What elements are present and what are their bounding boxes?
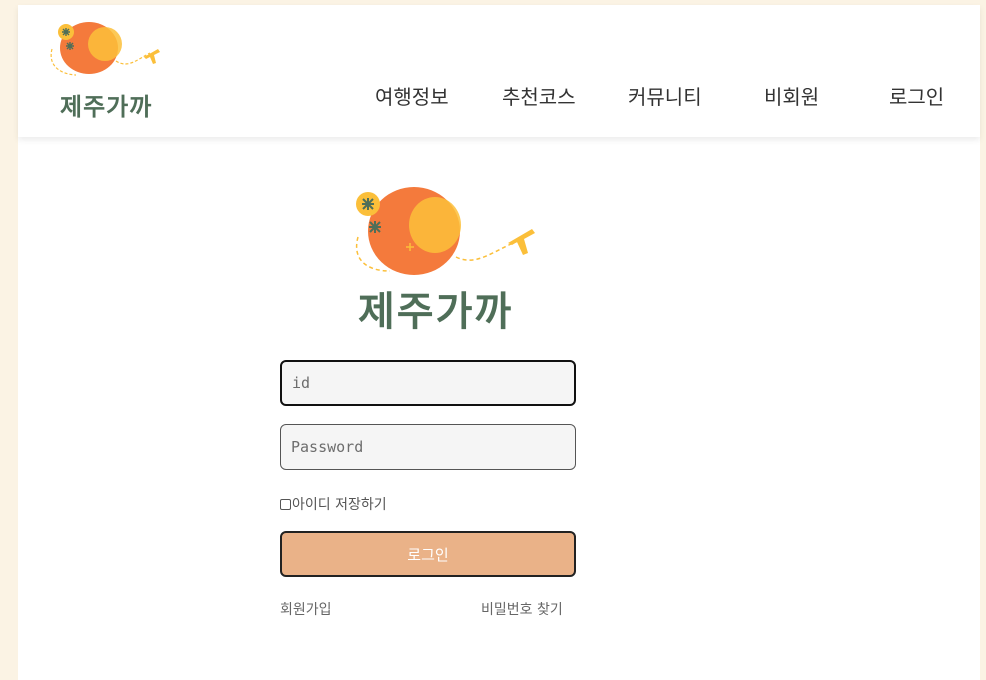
nav-item-travel-info[interactable]: 여행정보 [375,81,449,110]
signup-link[interactable]: 회원가입 [280,599,332,619]
logo-mark-icon [355,187,535,275]
nav-item-login[interactable]: 로그인 [889,81,944,110]
remember-id[interactable]: 아이디 저장하기 [280,493,387,515]
site-header: 제주가까 여행정보 추천코스 커뮤니티 비회원 로그인 [18,5,980,137]
login-button[interactable]: 로그인 [280,531,576,577]
nav-item-guest[interactable]: 비회원 [764,81,819,110]
nav-item-community[interactable]: 커뮤니티 [628,81,702,110]
login-section: 제주가까 아이디 저장하기 로그인 회원가입 비밀번호 찾기 [18,137,980,680]
nav-item-recommended-course[interactable]: 추천코스 [502,81,576,110]
main-nav: 여행정보 추천코스 커뮤니티 비회원 로그인 [18,81,980,111]
page-frame: 제주가까 여행정보 추천코스 커뮤니티 비회원 로그인 제주가까 id 아이디 … [18,5,980,680]
remember-id-checkbox[interactable] [280,498,291,510]
find-password-link[interactable]: 비밀번호 찾기 [481,599,563,619]
login-logo-text: 제주가까 [358,289,514,335]
login-logo: 제주가까 [338,179,538,339]
id-input[interactable] [280,360,576,406]
remember-id-label: 아이디 저장하기 [292,497,387,513]
logo-mark-icon [50,22,160,76]
password-input[interactable] [280,424,576,470]
